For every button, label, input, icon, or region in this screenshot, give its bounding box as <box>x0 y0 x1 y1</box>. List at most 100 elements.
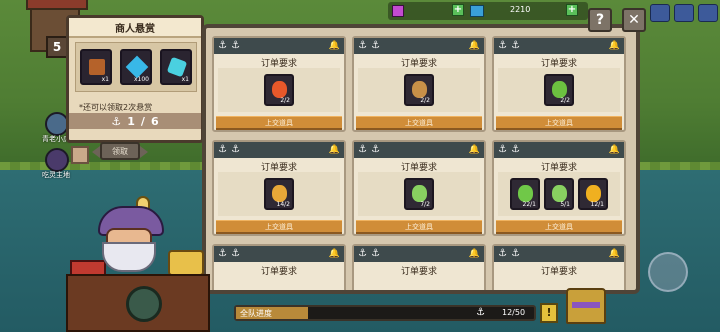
order-card-header: ⚓ ⚓ 🔔 <box>214 246 344 262</box>
reward-slot[interactable]: x1 <box>80 49 112 85</box>
house-roof <box>26 0 88 10</box>
mail-button[interactable] <box>650 4 670 22</box>
order-item-slot[interactable]: 12/1 <box>578 178 608 210</box>
order-item-slot[interactable]: 2/2 <box>544 74 574 106</box>
submit-items-button[interactable]: 上交道具 <box>216 116 342 130</box>
order-item-count: 2/2 <box>560 97 570 104</box>
merchant-beard <box>102 242 156 272</box>
order-items-row: 7/2 <box>358 172 480 216</box>
resource-value: 2210 <box>510 5 531 14</box>
order-item-slot[interactable]: 22/1 <box>510 178 540 210</box>
bell-icon[interactable]: 🔔 <box>329 246 340 262</box>
merchant-character <box>92 196 172 276</box>
anchor-icon: ⚓ <box>476 307 485 318</box>
reward-qty: x1 <box>101 76 109 83</box>
reward-qty: x1 <box>181 76 189 83</box>
submit-items-button[interactable]: 上交道具 <box>356 116 482 130</box>
order-items-row: 14/2 <box>218 172 340 216</box>
menu-button[interactable] <box>698 4 718 22</box>
bell-icon[interactable]: 🔔 <box>469 38 480 54</box>
order-item-slot[interactable]: 5/1 <box>544 178 574 210</box>
side-land-icon[interactable] <box>45 148 69 172</box>
coin-icon <box>470 5 484 17</box>
order-items-row: 2/2 <box>498 68 620 112</box>
order-grid: ⚓ ⚓ 🔔 订单要求 2/2 上交道具 ⚓ ⚓ 🔔 订单要求 2/2 上交道具 ⚓ ⚓ 🔔 订单要求 2/2 上交… <box>212 36 632 290</box>
sound-button[interactable] <box>674 4 694 22</box>
add-coin-button[interactable]: + <box>566 4 578 16</box>
anchor-icon: ⚓ <box>498 144 507 155</box>
alert-button[interactable]: ! <box>540 303 558 323</box>
anchor-icon: ⚓ <box>498 248 507 259</box>
order-item-count: 2/2 <box>280 97 290 104</box>
order-card: ⚓ ⚓ 🔔 订单要求 <box>492 244 626 290</box>
anchor-icon: ⚓ <box>510 248 520 259</box>
action-glove-button[interactable] <box>648 252 688 292</box>
coin-stack <box>168 250 204 276</box>
side-land-label: 吃灵主地 <box>42 171 70 179</box>
potato-icon <box>412 81 427 98</box>
reward-progress-bar: ⚓ 1 / 6 <box>69 113 201 129</box>
bell-icon[interactable]: 🔔 <box>609 38 620 54</box>
reward-items-row: x1 x100 x1 <box>75 42 197 92</box>
order-item-slot[interactable]: 2/2 <box>404 74 434 106</box>
order-card: ⚓ ⚓ 🔔 订单要求 22/1 5/1 12/1 上交道具 <box>492 140 626 236</box>
team-progress-value: 12/50 <box>502 308 526 317</box>
cabbage-icon <box>552 81 567 98</box>
anchor-icon: ⚓ <box>230 248 240 259</box>
claim-button[interactable]: 领取 <box>92 142 148 160</box>
treasure-chest-icon <box>89 59 105 75</box>
bell-icon[interactable]: 🔔 <box>329 38 340 54</box>
submit-items-button[interactable]: 上交道具 <box>216 220 342 234</box>
order-card-title: 订单要求 <box>260 267 297 277</box>
house-level-badge: 5 <box>46 36 68 58</box>
bell-icon[interactable]: 🔔 <box>329 142 340 158</box>
order-item-slot[interactable]: 2/2 <box>264 74 294 106</box>
anchor-icon: ⚓ <box>370 248 380 259</box>
sunflower-icon <box>586 185 601 202</box>
blue-gem-icon <box>125 55 149 79</box>
order-card-title: 订单要求 <box>540 267 577 277</box>
crystal-fragment-icon <box>166 56 188 78</box>
order-item-count: 14/2 <box>276 201 290 208</box>
submit-items-button[interactable]: 上交道具 <box>356 220 482 234</box>
bell-icon[interactable]: 🔔 <box>469 142 480 158</box>
team-progress-bar: 全队进度 ⚓ 12/50 <box>234 305 536 321</box>
order-card-header: ⚓ ⚓ 🔔 <box>494 246 624 262</box>
lettuce-icon <box>412 185 427 202</box>
order-item-count: 2/2 <box>420 97 430 104</box>
reward-progress-separator: / <box>140 114 145 128</box>
anchor-icon: ⚓ <box>510 40 520 51</box>
reward-progress-current: 1 <box>127 114 135 128</box>
order-card-header: ⚓ ⚓ 🔔 <box>354 142 484 158</box>
anchor-icon: ⚓ <box>510 144 520 155</box>
order-card-header: ⚓ ⚓ 🔔 <box>494 38 624 54</box>
cabbage-icon <box>552 185 567 202</box>
add-gem-button[interactable]: + <box>452 4 464 16</box>
anchor-icon: ⚓ <box>498 40 507 51</box>
anchor-icon: ⚓ <box>358 40 367 51</box>
bell-icon[interactable]: 🔔 <box>609 142 620 158</box>
help-button[interactable]: ? <box>588 8 612 32</box>
order-items-row: 2/2 <box>358 68 480 112</box>
order-card-title: 订单要求 <box>400 267 437 277</box>
reward-panel-title: 商人悬赏 <box>69 18 201 38</box>
anchor-icon: ⚓ <box>218 40 227 51</box>
team-progress-label: 全队进度 <box>240 309 272 318</box>
reward-checkbox[interactable] <box>71 146 89 164</box>
close-button[interactable]: ✕ <box>622 8 646 32</box>
bell-icon[interactable]: 🔔 <box>469 246 480 262</box>
submit-items-button[interactable]: 上交道具 <box>496 220 622 234</box>
order-item-slot[interactable]: 14/2 <box>264 178 294 210</box>
bell-icon[interactable]: 🔔 <box>609 246 620 262</box>
order-item-slot[interactable]: 7/2 <box>404 178 434 210</box>
order-card: ⚓ ⚓ 🔔 订单要求 <box>212 244 346 290</box>
anchor-icon: ⚓ <box>358 248 367 259</box>
reward-slot[interactable]: x100 <box>120 49 152 85</box>
team-reward-chest-icon[interactable] <box>566 288 606 324</box>
submit-items-button[interactable]: 上交道具 <box>496 116 622 130</box>
reward-slot[interactable]: x1 <box>160 49 192 85</box>
order-card-header: ⚓ ⚓ 🔔 <box>354 246 484 262</box>
order-card: ⚓ ⚓ 🔔 订单要求 2/2 上交道具 <box>492 36 626 132</box>
merchant-desk <box>66 274 210 332</box>
order-card: ⚓ ⚓ 🔔 订单要求 2/2 上交道具 <box>212 36 346 132</box>
